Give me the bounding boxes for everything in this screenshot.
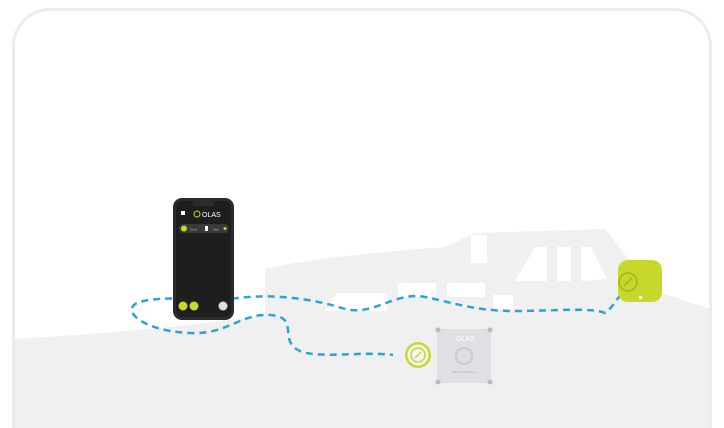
mount-screw-icon [487, 379, 493, 385]
phone-brand-label: OLAS [202, 212, 221, 219]
boat-window [493, 295, 513, 309]
crew-status-icon [181, 225, 187, 232]
add-button-icon [189, 301, 199, 311]
boat-silhouette [15, 229, 709, 428]
phone-status-item: Crew [190, 228, 198, 232]
menu-button-icon [218, 301, 228, 311]
olas-app-phone: OLAS Crew Alert [173, 198, 234, 320]
mount-screw-icon [487, 327, 493, 333]
boat-window [398, 283, 436, 297]
boat-window [557, 247, 571, 281]
base-station-caption: Marine Exchange [452, 370, 476, 374]
phone-status-item: Alert [213, 228, 219, 232]
app-button-icon [178, 301, 188, 311]
phone-status-icon [181, 211, 185, 215]
olas-tag-puck [405, 342, 431, 368]
boat-window [447, 283, 485, 297]
status-dot-icon [223, 227, 227, 230]
base-station-brand: OLAS [456, 336, 475, 343]
mount-screw-icon [435, 327, 441, 333]
olas-base-station: OLAS Marine Exchange [435, 327, 493, 385]
mount-screw-icon [435, 379, 441, 385]
boat-window [471, 235, 487, 263]
olas-wristband [618, 260, 662, 302]
boat-scene-illustration: OLAS Crew Alert OLAS Marine Exchange [15, 198, 709, 428]
wristband-light [639, 296, 642, 299]
person-icon [205, 226, 208, 231]
illustration-card: OLAS Crew Alert OLAS Marine Exchange [12, 8, 712, 428]
